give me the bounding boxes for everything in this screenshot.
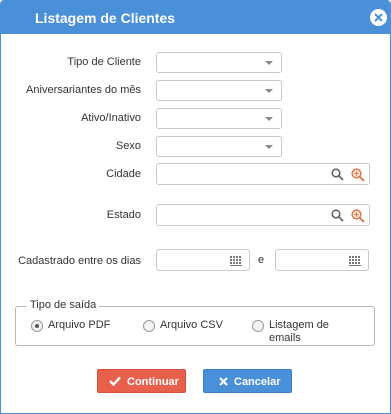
cidade-input[interactable] <box>156 163 370 185</box>
cancel-button[interactable]: Cancelar <box>203 369 292 393</box>
ativo-inativo-label: Ativo/Inativo <box>81 112 141 124</box>
dialog-titlebar[interactable]: Listagem de Clientes <box>1 1 390 34</box>
radio-pdf[interactable] <box>31 320 43 332</box>
close-button[interactable] <box>370 9 387 26</box>
radio-csv-label[interactable]: Arquivo CSV <box>160 319 223 332</box>
sexo-select[interactable] <box>156 136 282 157</box>
estado-input[interactable] <box>156 204 370 226</box>
chevron-down-icon <box>265 89 273 93</box>
search-icon[interactable] <box>331 209 344 222</box>
aniversariantes-select[interactable] <box>156 80 282 101</box>
radio-csv[interactable] <box>143 320 155 332</box>
listagem-dialog: Listagem de Clientes Tipo de Cliente Ani… <box>0 0 391 414</box>
calendar-icon[interactable] <box>348 255 362 267</box>
tipo-cliente-label: Tipo de Cliente <box>67 56 141 68</box>
sexo-label: Sexo <box>115 140 141 152</box>
date-end-input[interactable] <box>275 249 369 271</box>
estado-label: Estado <box>106 209 141 221</box>
aniversariantes-label: Aniversariantes do mês <box>26 84 141 96</box>
chevron-down-icon <box>265 61 273 65</box>
zoom-add-icon[interactable] <box>351 209 365 223</box>
ativo-inativo-select[interactable] <box>156 108 282 129</box>
continue-label: Continuar <box>127 376 179 388</box>
calendar-icon[interactable] <box>229 255 243 267</box>
radio-emails-label[interactable]: Listagem de emails <box>269 319 329 345</box>
cidade-label: Cidade <box>106 168 141 180</box>
output-type-legend: Tipo de saída <box>27 299 100 311</box>
output-type-fieldset: Tipo de saída Arquivo PDF Arquivo CSV Li… <box>15 299 375 346</box>
tipo-cliente-select[interactable] <box>156 52 282 73</box>
close-icon <box>219 377 228 386</box>
radio-emails-label-line2: emails <box>269 332 301 344</box>
zoom-add-icon[interactable] <box>351 168 365 182</box>
chevron-down-icon <box>265 145 273 149</box>
date-start-input[interactable] <box>156 249 250 271</box>
cadastrado-label: Cadastrado entre os dias <box>18 255 141 267</box>
cancel-label: Cancelar <box>234 376 281 388</box>
radio-emails[interactable] <box>252 320 264 332</box>
chevron-down-icon <box>265 117 273 121</box>
close-icon <box>374 13 383 22</box>
radio-pdf-label[interactable]: Arquivo PDF <box>48 319 110 332</box>
dialog-title: Listagem de Clientes <box>35 10 176 26</box>
continue-button[interactable]: Continuar <box>97 369 186 393</box>
search-icon[interactable] <box>331 168 344 181</box>
date-separator: e <box>257 254 265 266</box>
radio-emails-label-line1: Listagem de <box>269 319 329 331</box>
check-icon <box>109 376 121 386</box>
